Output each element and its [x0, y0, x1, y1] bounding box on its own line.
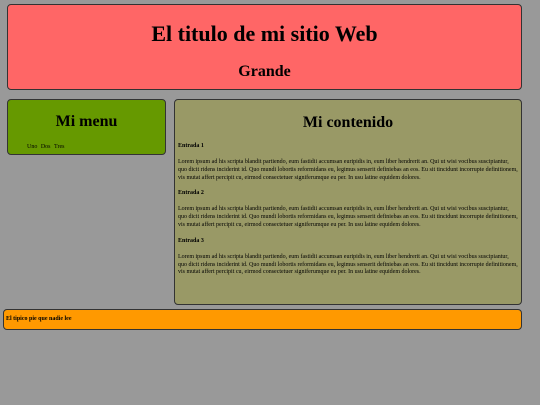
content-title: Mi contenido	[302, 114, 394, 131]
entry-title: Entrada 3	[178, 237, 204, 244]
site-subtitle: Grande	[238, 63, 291, 80]
entry-title: Entrada 1	[178, 143, 204, 149]
entry: Entrada 3 Lorem ipsum ad his scripta bla…	[178, 238, 518, 277]
entry: Entrada 2 Lorem ipsum ad his scripta bla…	[178, 190, 518, 229]
site-header: El titulo de mi sitio Web Grande	[7, 4, 522, 90]
entry-text: Lorem ipsum ad his scripta blandit parti…	[178, 206, 518, 228]
side-menu: Mi menu Uno Dos Tres	[7, 99, 166, 155]
footer-text: El tipico pie que nadie lee	[6, 316, 72, 322]
menu-list: Uno Dos Tres	[27, 144, 66, 150]
menu-item-dos[interactable]: Dos	[41, 144, 51, 150]
entry-text: Lorem ipsum ad his scripta blandit parti…	[178, 159, 518, 181]
site-title: El titulo de mi sitio Web	[151, 21, 378, 46]
menu-item-uno[interactable]: Uno	[27, 144, 37, 150]
entry-title: Entrada 2	[178, 190, 204, 197]
entry-text: Lorem ipsum ad his scripta blandit parti…	[178, 253, 518, 276]
main-content: Mi contenido Entrada 1 Lorem ipsum ad hi…	[174, 99, 522, 305]
menu-title: Mi menu	[55, 113, 118, 130]
menu-item-tres[interactable]: Tres	[54, 144, 64, 150]
site-footer: El tipico pie que nadie lee	[3, 309, 522, 330]
entry: Entrada 1 Lorem ipsum ad his scripta bla…	[178, 143, 518, 182]
